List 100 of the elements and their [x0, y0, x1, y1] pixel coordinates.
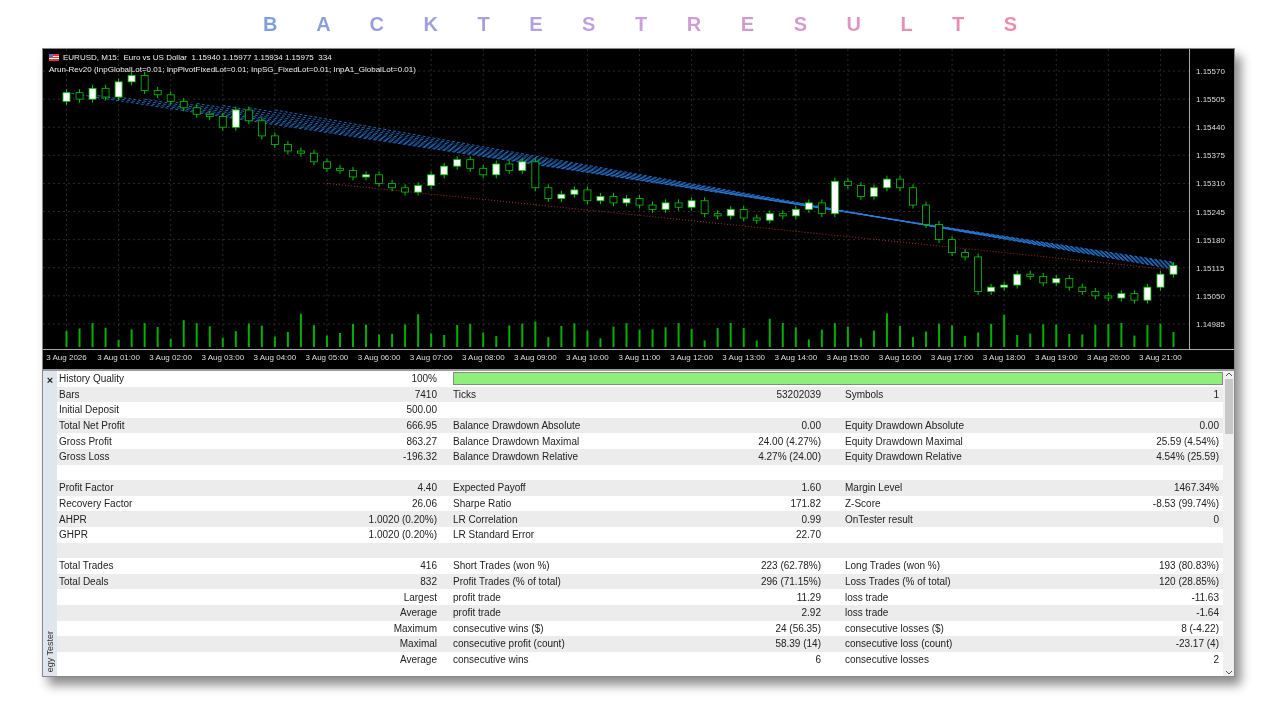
stat-label: LR Standard Error [453, 529, 535, 541]
stat-label: GHPR [59, 529, 88, 541]
price-label: 1.15440 [1196, 122, 1225, 132]
candle [739, 205, 748, 222]
candle [635, 194, 644, 209]
stat-value: 0.99 [801, 513, 821, 525]
scroll-down-icon[interactable] [1224, 670, 1233, 676]
stat-value: 2 [1213, 654, 1219, 665]
time-label: 3 Aug 04:00 [253, 353, 297, 362]
candle [1039, 272, 1048, 287]
candle [857, 181, 865, 201]
stat-label: Expected Payoff [453, 482, 526, 494]
candle [909, 183, 917, 209]
stat-label: Loss Trades (% of total) [845, 576, 951, 587]
candle [1169, 261, 1178, 279]
time-label: 3 Aug 2026 [46, 353, 87, 362]
stat-value: -8.53 (99.74%) [1152, 498, 1219, 510]
stat-label: Z-Score [845, 498, 881, 510]
stat-label: consecutive wins [453, 654, 529, 665]
stat-label: Bars [59, 388, 80, 400]
stat-value: 296 (71.15%) [760, 576, 821, 587]
stat-label: Balance Drawdown Absolute [453, 420, 581, 432]
time-label: 3 Aug 15:00 [826, 353, 870, 362]
stat-value: 1467.34% [1173, 482, 1219, 494]
candle [453, 155, 462, 171]
candle [1156, 270, 1165, 292]
price-label: 1.15570 [1196, 66, 1225, 76]
candle [1104, 291, 1113, 302]
time-label: 3 Aug 09:00 [513, 353, 557, 362]
stat-value: 25.59 (4.54%) [1156, 435, 1219, 447]
candle [153, 86, 162, 99]
candle [896, 175, 904, 192]
candle [1091, 287, 1100, 300]
candle [427, 170, 436, 190]
time-label: 3 Aug 03:00 [201, 353, 245, 362]
price-label: 1.15115 [1196, 263, 1225, 273]
stat-value: -11.63 [1191, 591, 1219, 603]
stat-value: 53202039 [776, 388, 821, 400]
time-label: 3 Aug 10:00 [566, 353, 609, 362]
stat-label: Profit Factor [59, 482, 114, 494]
scroll-thumb[interactable] [1224, 379, 1233, 434]
stat-value: 6 [815, 654, 821, 665]
price-label: 1.15245 [1196, 207, 1225, 217]
stat-value: 0.00 [801, 420, 821, 432]
candle [1052, 274, 1061, 287]
stat-label: Long Trades (won %) [845, 560, 941, 572]
scroll-up-icon[interactable] [1224, 371, 1233, 377]
candle [1130, 289, 1139, 305]
candle [62, 88, 71, 106]
candle [114, 77, 123, 101]
stat-label: Equity Drawdown Maximal [845, 435, 963, 447]
time-label: 3 Aug 11:00 [618, 353, 661, 362]
time-label: 3 Aug 18:00 [982, 353, 1026, 362]
candle [101, 84, 110, 101]
stat-value: 832 [420, 576, 437, 587]
stat-value: 26.06 [411, 498, 437, 510]
stat-value: 4.54% (25.59) [1156, 451, 1219, 463]
stat-value: -196.32 [403, 451, 437, 463]
stat-value: 7410 [414, 388, 437, 400]
candle [622, 194, 631, 207]
stat-value: 1 [1213, 388, 1219, 400]
candle [505, 160, 514, 175]
stat-label: Short Trades (won %) [453, 560, 550, 572]
candle [179, 97, 188, 112]
candle [844, 177, 852, 190]
candle [1117, 289, 1126, 302]
stat-label: LR Correlation [453, 513, 518, 525]
price-label: 1.14985 [1196, 319, 1225, 329]
stat-value: 863.27 [406, 435, 437, 447]
candle [479, 164, 488, 179]
candle [388, 179, 396, 192]
candle [257, 116, 266, 140]
stat-label: consecutive loss (count) [845, 638, 953, 650]
candle [1026, 270, 1035, 281]
time-label: 3 Aug 02:00 [149, 353, 193, 362]
candle [310, 149, 318, 166]
candle [231, 106, 240, 132]
stat-value: Average [399, 607, 437, 619]
time-label: 3 Aug 16:00 [878, 353, 922, 362]
candle [961, 248, 969, 261]
stat-value: 1.0020 (0.20%) [368, 529, 437, 541]
price-label: 1.15505 [1196, 94, 1225, 104]
candle [987, 283, 996, 296]
scrollbar[interactable] [1223, 371, 1234, 676]
candle [974, 252, 983, 296]
time-label: 3 Aug 13:00 [722, 353, 766, 362]
stat-label: Recovery Factor [59, 498, 133, 510]
candle [830, 177, 839, 218]
stat-label: Symbols [845, 388, 884, 400]
stat-label: profit trade [453, 607, 501, 619]
stat-label: consecutive losses ($) [845, 622, 944, 634]
candle [935, 220, 943, 244]
close-button[interactable]: × [46, 374, 54, 386]
stat-value: -23.17 (4) [1175, 638, 1219, 650]
candle [922, 201, 930, 229]
candle [349, 166, 357, 181]
stat-value: 58.39 (14) [775, 638, 821, 650]
candle [205, 110, 214, 121]
candle [817, 198, 826, 218]
candle [336, 164, 344, 175]
